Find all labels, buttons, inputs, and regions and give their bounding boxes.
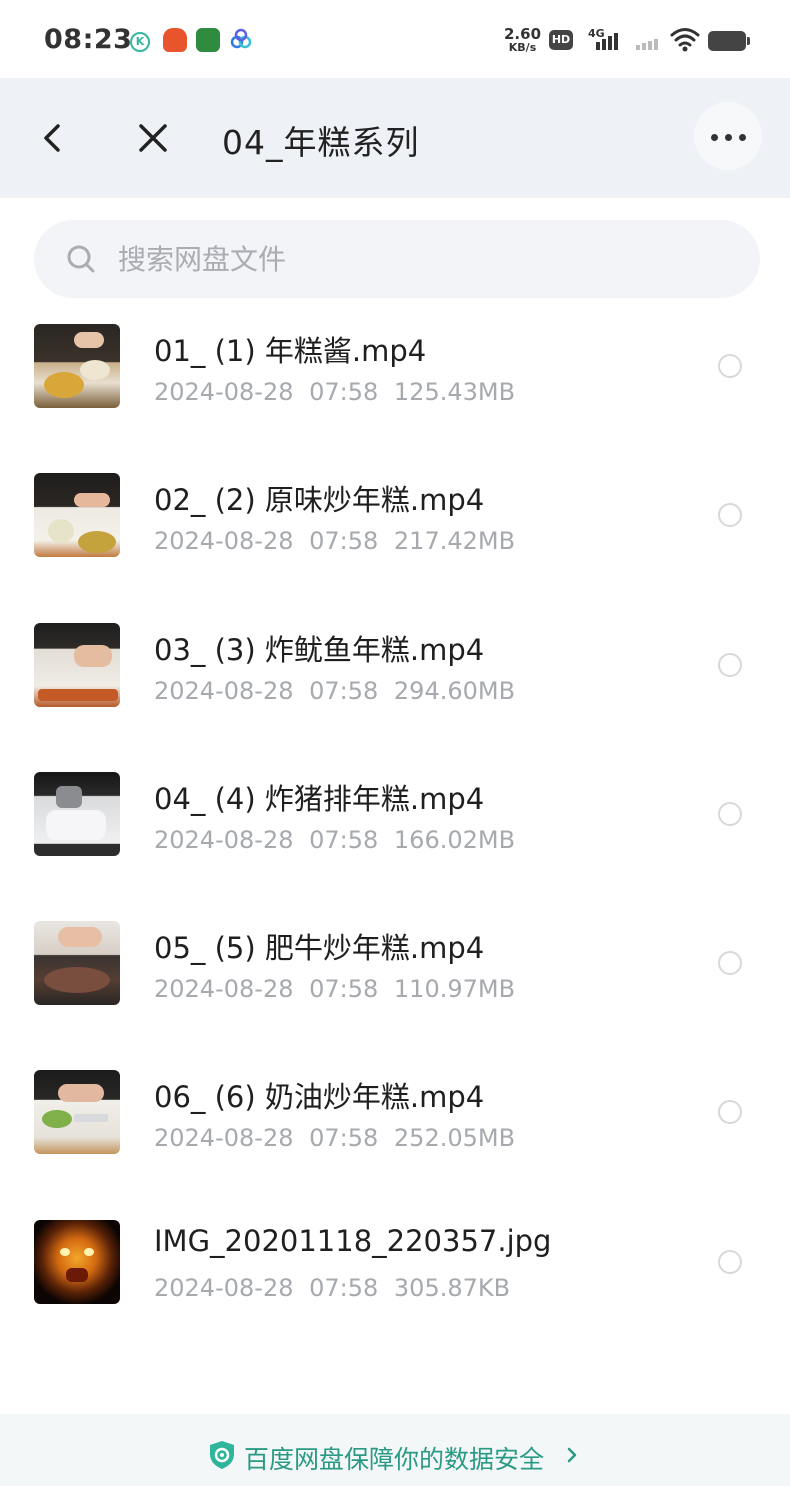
search-input[interactable] [118,220,718,298]
chevron-right-icon [567,1447,577,1463]
game-app-icon [196,28,220,52]
file-name: 04_ (4) 炸猪排年糕.mp4 [154,782,485,816]
more-button[interactable] [694,102,762,170]
hd-badge: HD [549,30,573,50]
page-title: 04_年糕系列 [222,123,420,162]
back-button[interactable] [36,118,70,158]
net-speed: 2.60 KB/s [504,25,542,54]
select-radio[interactable] [718,951,742,975]
net-speed-unit: KB/s [508,41,537,54]
file-meta: 2024-08-28 07:58 125.43MB [154,378,516,406]
select-radio[interactable] [718,354,742,378]
status-bar: 08:23 K 2.60 KB/s HD 4G [0,0,790,78]
cloud-app-icon [229,28,253,52]
file-name: 05_ (5) 肥牛炒年糕.mp4 [154,931,485,965]
file-row-6[interactable]: 06_ (6) 奶油炒年糕.mp4 2024-08-28 07:58 252.0… [0,1052,790,1192]
file-meta: 2024-08-28 07:58 110.97MB [154,975,516,1003]
file-row-1[interactable]: 01_ (1) 年糕酱.mp4 2024-08-28 07:58 125.43M… [0,306,790,446]
file-row-3[interactable]: 03_ (3) 炸鱿鱼年糕.mp4 2024-08-28 07:58 294.6… [0,605,790,745]
video-thumbnail [34,324,120,408]
file-name: 03_ (3) 炸鱿鱼年糕.mp4 [154,633,485,667]
close-button[interactable] [134,118,172,158]
video-thumbnail [34,623,120,707]
file-name: 02_ (2) 原味炒年糕.mp4 [154,483,485,517]
select-radio[interactable] [718,1250,742,1274]
security-text: 百度网盘保障你的数据安全 [244,1445,545,1474]
select-radio[interactable] [718,503,742,527]
wifi-icon [670,26,700,56]
file-meta: 2024-08-28 07:58 217.42MB [154,527,516,555]
search-icon [67,245,95,273]
select-radio[interactable] [718,1100,742,1124]
kuan-icon: K [130,32,150,52]
file-meta: 2024-08-28 07:58 305.87KB [154,1274,511,1302]
status-time: 08:23 [44,24,133,55]
video-thumbnail [34,772,120,856]
file-meta: 2024-08-28 07:58 294.60MB [154,677,516,705]
file-row-5[interactable]: 05_ (5) 肥牛炒年糕.mp4 2024-08-28 07:58 110.9… [0,903,790,1043]
file-row-7[interactable]: IMG_20201118_220357.jpg 2024-08-28 07:58… [0,1202,790,1342]
fox-app-icon [163,28,187,52]
net-speed-value: 2.60 [504,25,542,43]
file-name: 06_ (6) 奶油炒年糕.mp4 [154,1080,485,1114]
file-meta: 2024-08-28 07:58 166.02MB [154,826,516,854]
chevron-left-icon [44,124,60,152]
select-radio[interactable] [718,653,742,677]
shield-icon [210,1441,234,1469]
search-bar[interactable] [34,220,760,298]
video-thumbnail [34,921,120,1005]
security-footer[interactable]: 百度网盘保障你的数据安全 [0,1414,790,1486]
video-thumbnail [34,473,120,557]
file-row-4[interactable]: 04_ (4) 炸猪排年糕.mp4 2024-08-28 07:58 166.0… [0,754,790,894]
video-thumbnail [34,1070,120,1154]
header-bar: 04_年糕系列 [0,78,790,198]
file-row-2[interactable]: 02_ (2) 原味炒年糕.mp4 2024-08-28 07:58 217.4… [0,455,790,595]
close-icon [139,124,167,152]
file-name: 01_ (1) 年糕酱.mp4 [154,334,427,368]
battery-icon [708,31,750,51]
file-name: IMG_20201118_220357.jpg [154,1224,552,1258]
select-radio[interactable] [718,802,742,826]
file-meta: 2024-08-28 07:58 252.05MB [154,1124,516,1152]
image-thumbnail [34,1220,120,1304]
